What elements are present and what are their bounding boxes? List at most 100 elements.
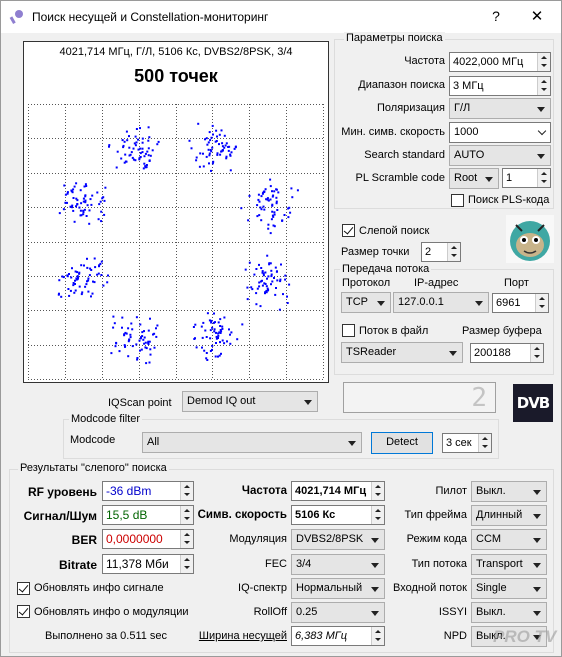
constellation-point [271,204,274,207]
mod-result-label: Модуляция [229,533,287,545]
reader-select[interactable]: TSReader [341,342,463,363]
constellation-point [66,274,69,277]
constellation-point [157,140,160,143]
constellation-point [223,146,226,149]
protocol-select[interactable]: TCP [341,292,391,313]
input-stream-select[interactable]: Single [471,578,547,599]
constellation-point [115,342,118,345]
constellation-point [103,213,106,216]
constellation-point [271,190,273,193]
constellation-point [89,267,92,270]
constellation-point [288,206,291,209]
frequency-spin[interactable] [537,53,550,71]
interval-input[interactable]: 3 сек [442,433,492,453]
constellation-point [115,166,118,169]
constellation-point [286,302,289,304]
constellation-point [69,289,72,292]
iqscan-select[interactable]: Demod IQ out [182,391,318,412]
pls-value-input[interactable]: 1 [502,168,551,188]
constellation-point [71,191,74,194]
code-mode-select[interactable]: CCM [471,529,547,550]
constellation-point [99,262,102,265]
constellation-point [219,325,222,327]
to-file-checkbox[interactable] [342,324,355,337]
constellation-point [258,285,261,288]
constellation-point [271,210,274,213]
constellation-point [211,146,214,149]
mod-result-select[interactable]: DVBS2/8PSK [291,529,385,550]
min-sr-select[interactable]: 1000 [449,122,551,143]
range-input[interactable]: 3 МГц [449,76,551,96]
constellation-point [78,206,81,209]
constellation-point [139,323,142,326]
constellation-point [211,344,214,347]
constellation-point [267,227,270,230]
pilot-select[interactable]: Выкл. [471,481,547,502]
constellation-point [132,147,135,150]
buffer-input[interactable]: 200188 [470,343,544,363]
constellation-point [96,273,99,276]
snr-spin[interactable] [180,506,193,524]
issyi-select[interactable]: Выкл. [471,602,547,623]
close-button[interactable]: ✕ [517,1,557,32]
point-size-spin[interactable] [447,243,460,261]
constellation-point [241,323,244,326]
pls-mode-select[interactable]: Root [449,168,499,189]
stream-type-select[interactable]: Transport [471,554,547,575]
constellation-point [107,274,109,277]
constellation-point [263,282,266,285]
blind-search-checkbox[interactable] [342,224,355,237]
bitrate-spin[interactable] [180,555,193,573]
constellation-point [275,270,278,273]
constellation-point [80,214,83,217]
constellation-point [123,140,126,143]
constellation-point [85,185,88,187]
port-input[interactable]: 6961 [492,293,549,313]
constellation-point [146,150,149,153]
modcode-select[interactable]: All [142,432,362,453]
rf-spin[interactable] [180,482,193,500]
constellation-point [199,152,202,155]
ber-spin[interactable] [180,530,193,548]
interval-spin[interactable] [478,434,491,452]
range-label: Диапазон поиска [358,79,445,91]
frequency-input[interactable]: 4022,000 МГц [449,52,551,72]
constellation-point [264,292,266,295]
constellation-point [218,331,221,334]
fec-result-select[interactable]: 3/4 [291,554,385,575]
constellation-point [118,350,121,353]
update-mod-checkbox[interactable] [17,605,30,618]
pls-spin[interactable] [537,169,550,187]
constellation-point [215,129,218,132]
constellation-plot [28,104,324,380]
update-signal-checkbox[interactable] [17,582,30,595]
constellation-point [153,346,156,349]
constellation-point [273,277,275,279]
constellation-point [260,195,263,198]
iq-result-select[interactable]: Нормальный [291,578,385,599]
standard-select[interactable]: AUTO [449,145,551,166]
constellation-point [57,293,60,296]
constellation-point [205,155,208,158]
buffer-spin[interactable] [530,344,543,362]
rolloff-result-select[interactable]: 0.25 [291,602,385,623]
constellation-point [206,312,209,315]
ip-label: IP-адрес [414,277,459,289]
constellation-point [156,143,159,146]
bandwidth-spin[interactable] [371,627,384,645]
constellation-point [71,267,73,270]
range-spin[interactable] [537,77,550,95]
freq-result-spin[interactable] [371,482,384,500]
detect-button[interactable]: Detect [371,432,433,454]
constellation-point [218,143,220,146]
point-size-input[interactable]: 2 [421,242,461,262]
constellation-point [203,349,206,352]
polarization-select[interactable]: Г/Л [449,98,551,119]
ip-select[interactable]: 127.0.0.1 [393,292,489,313]
sr-result-spin[interactable] [371,506,384,524]
update-signal-label: Обновлять инфо сигнале [34,582,164,594]
help-button[interactable]: ? [481,1,511,32]
frame-select[interactable]: Длинный [471,505,547,526]
pls-search-checkbox[interactable] [451,194,464,207]
port-spin[interactable] [535,294,548,312]
